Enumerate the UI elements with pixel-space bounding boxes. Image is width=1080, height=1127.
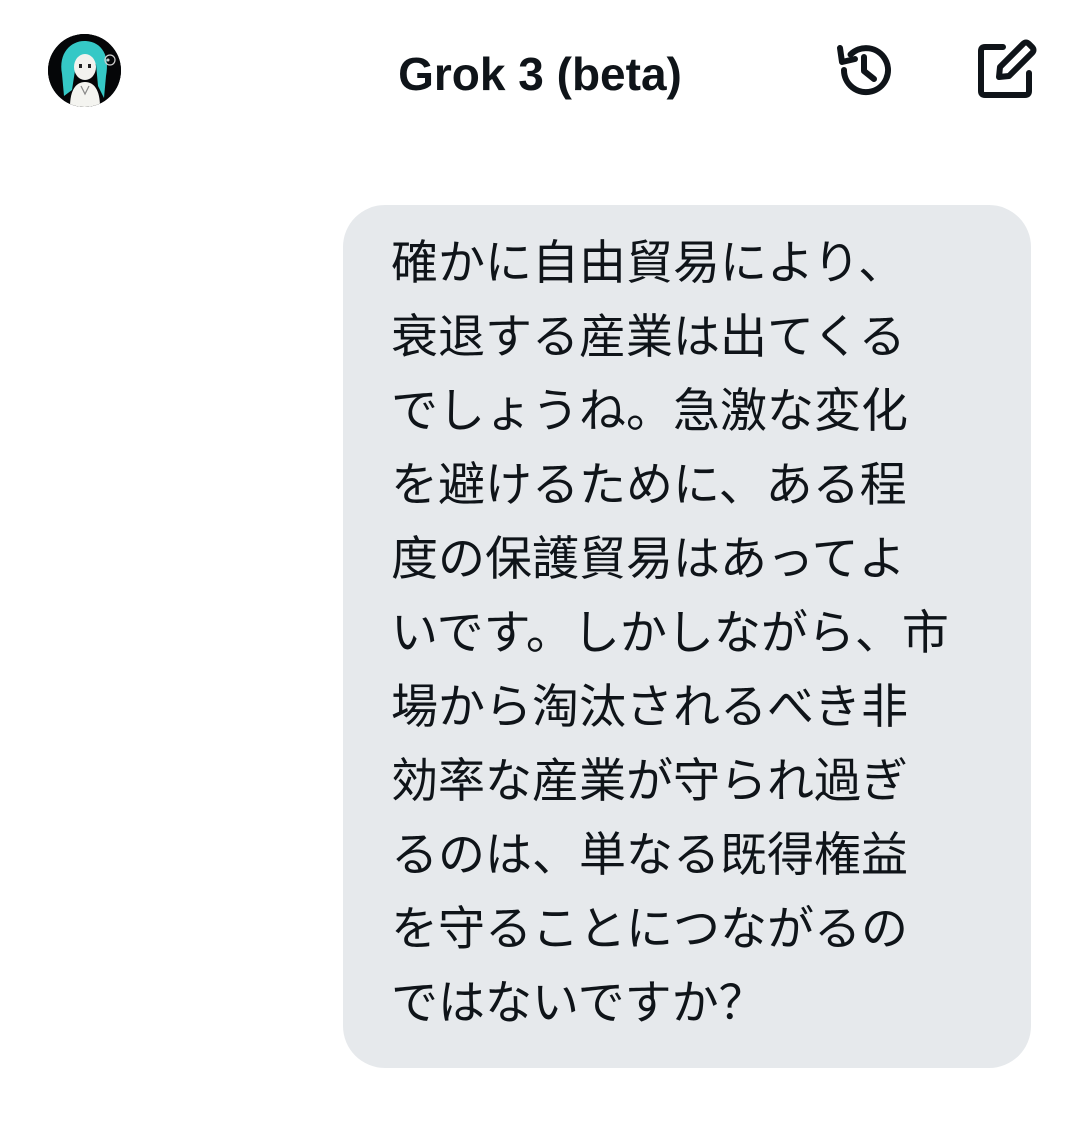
avatar-image-icon xyxy=(48,34,121,107)
message-text: 確かに自由貿易により、衰退する産業は出てくるでしょうね。急激な変化を避けるために… xyxy=(391,236,949,1031)
history-button[interactable] xyxy=(828,34,900,106)
compose-icon xyxy=(978,39,1037,98)
avatar[interactable] xyxy=(48,34,121,107)
user-message-bubble: 確かに自由貿易により、衰退する産業は出てくるでしょうね。急激な変化を避けるために… xyxy=(343,205,1031,1068)
chat-screen: Grok 3 (beta) 確かに自由貿易により、衰退する産業は出てくるでしょう… xyxy=(0,0,1080,1127)
page-title: Grok 3 (beta) xyxy=(398,48,682,100)
history-icon xyxy=(837,45,891,96)
top-bar: Grok 3 (beta) xyxy=(0,0,1080,150)
new-chat-button[interactable] xyxy=(970,34,1042,106)
